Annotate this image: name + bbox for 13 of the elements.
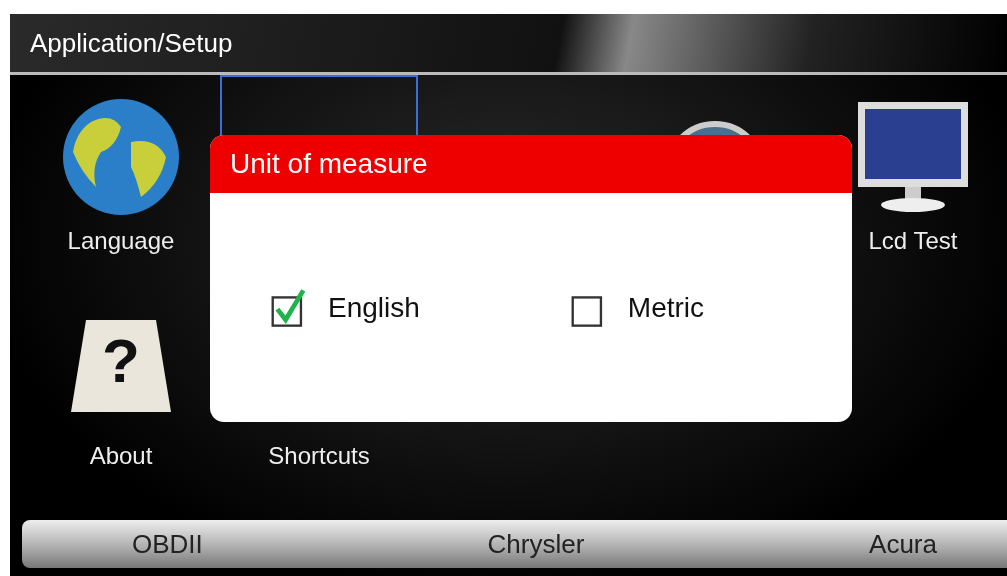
screen-title: Application/Setup (30, 27, 233, 59)
checkbox[interactable] (270, 287, 306, 328)
option-label[interactable]: Metric (627, 291, 705, 324)
dialog-title: Unit of measure (230, 148, 428, 180)
breadcrumb-label: OBDII (132, 528, 203, 560)
menu-label[interactable]: Lcd Test (868, 227, 958, 255)
option-label[interactable]: English (328, 291, 420, 324)
globe-icon[interactable] (61, 97, 181, 217)
menu-label[interactable]: Shortcuts (268, 442, 370, 470)
menu-label[interactable]: Language (67, 227, 175, 255)
breadcrumb-label: Chrysler (487, 528, 585, 560)
breadcrumb-label: Acura (869, 528, 937, 560)
menu-label[interactable]: About (89, 442, 153, 470)
